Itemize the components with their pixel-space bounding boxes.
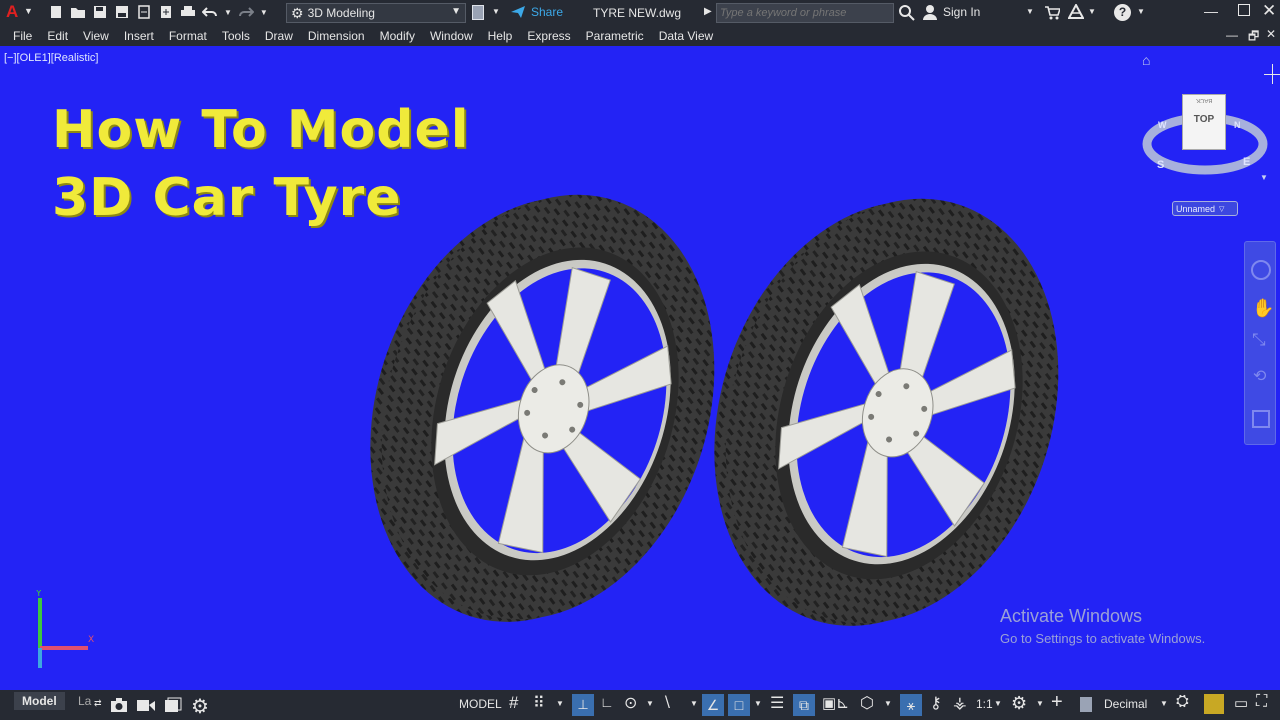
- window-icon[interactable]: [164, 697, 182, 713]
- overlay-title-line1: How To Model: [52, 100, 470, 160]
- gizmo-icon[interactable]: ⚹: [900, 694, 922, 716]
- compass-east[interactable]: E: [1243, 156, 1250, 168]
- viewcube[interactable]: ⌂ BACK TOP W N S E ▼: [1142, 52, 1274, 182]
- ucs-menu-label: Unnamed: [1176, 203, 1216, 214]
- viewcube-face-label: TOP: [1193, 114, 1215, 125]
- autocad-window: A ▼ ▼ ▼ ⚙ 3D Modeling ▼ ▼ Share TYRE NEW…: [0, 0, 1280, 720]
- annotation-visibility-icon[interactable]: ⚷: [930, 693, 942, 713]
- ucs-axis-icon: Y X: [35, 590, 94, 668]
- isodraft-dropdown-icon[interactable]: ▼: [690, 699, 698, 708]
- 3d-osnap-icon[interactable]: ▣: [822, 694, 836, 712]
- orbit-icon[interactable]: ⟲: [1253, 366, 1266, 386]
- polar-dropdown-icon[interactable]: ▼: [646, 699, 654, 708]
- polar-tracking-icon[interactable]: ⊙: [624, 693, 637, 713]
- workspace-dropdown-icon[interactable]: ▼: [1036, 699, 1044, 708]
- compass-south[interactable]: S: [1157, 159, 1164, 171]
- ucs-menu[interactable]: Unnamed ▽: [1172, 201, 1238, 216]
- transparency-icon[interactable]: ⧉: [793, 694, 815, 716]
- annotation-monitor-icon[interactable]: +: [1051, 691, 1063, 714]
- pan-icon[interactable]: ✋: [1252, 298, 1274, 319]
- ucs-y-label: Y: [35, 590, 42, 599]
- grid-icon[interactable]: #: [509, 693, 518, 713]
- wheel-right[interactable]: [661, 152, 1111, 672]
- viewcube-back-label: BACK: [1195, 97, 1213, 103]
- isodraft-icon[interactable]: ∖: [662, 693, 672, 711]
- steering-wheel-icon[interactable]: [1251, 260, 1271, 280]
- viewcube-menu-icon[interactable]: ▼: [1260, 173, 1268, 182]
- snap-mode-icon[interactable]: ⠿: [533, 693, 545, 713]
- osnap-dropdown-icon[interactable]: ▼: [754, 699, 762, 708]
- navigation-bar: ✋ ⤡ ⟲: [1244, 241, 1276, 445]
- showmotion-icon[interactable]: [1252, 410, 1270, 428]
- units-icon[interactable]: [1080, 697, 1092, 712]
- viewcube-top-face[interactable]: BACK TOP: [1182, 94, 1226, 150]
- lock-ui-icon[interactable]: [1204, 694, 1224, 714]
- lineweight-icon[interactable]: ☰: [770, 693, 784, 713]
- camera-icon[interactable]: [110, 697, 127, 713]
- infer-constraints-icon[interactable]: ⊥: [572, 694, 594, 716]
- watermark-title: Activate Windows: [1000, 606, 1143, 626]
- units-label[interactable]: Decimal: [1104, 697, 1147, 711]
- video-overlay-title: How To Model 3D Car Tyre: [52, 96, 470, 232]
- watermark-subtitle: Go to Settings to activate Windows.: [1000, 631, 1206, 646]
- selection-filter-icon[interactable]: ⬡: [860, 693, 874, 713]
- model-space-toggle[interactable]: MODEL: [459, 697, 502, 711]
- snap-dropdown-icon[interactable]: ▼: [556, 699, 564, 708]
- ucs-x-label: X: [88, 635, 94, 645]
- object-snap-icon[interactable]: □: [728, 694, 750, 716]
- overlay-title-line2: 3D Car Tyre: [52, 168, 402, 228]
- compass-west[interactable]: W: [1158, 120, 1167, 130]
- dynamic-ucs-icon[interactable]: ⊾: [836, 693, 849, 713]
- isolate-objects-icon[interactable]: ▭: [1234, 694, 1248, 712]
- chevron-down-icon: ▽: [1219, 205, 1225, 213]
- workspace-gear-icon[interactable]: ⚙: [1011, 693, 1027, 714]
- object-snap-tracking-icon[interactable]: ∠: [702, 694, 724, 716]
- layout-list-icon[interactable]: ⇄: [94, 698, 110, 714]
- compass-north[interactable]: N: [1234, 120, 1241, 130]
- units-dropdown-icon[interactable]: ▼: [1160, 699, 1168, 708]
- tab-model[interactable]: Model: [14, 692, 65, 710]
- status-bar: Model La ⇄ ⚙ MODEL # ⠿ ▼ ⊥ ∟ ⊙ ▼ ∖ ▼ ∠ □…: [0, 690, 1280, 720]
- quick-properties-icon[interactable]: ⛭: [1176, 693, 1189, 711]
- filter-dropdown-icon[interactable]: ▼: [884, 699, 892, 708]
- zoom-extents-icon[interactable]: ⤡: [1252, 330, 1266, 350]
- activation-watermark: Activate Windows Go to Settings to activ…: [1000, 606, 1205, 646]
- fullscreen-icon[interactable]: ⛶: [1256, 693, 1267, 711]
- video-camera-icon[interactable]: [136, 697, 155, 713]
- annotation-scale[interactable]: 1:1: [976, 697, 993, 711]
- dynamic-input-icon[interactable]: ∟: [600, 694, 614, 710]
- auto-scale-icon[interactable]: ⚶: [953, 693, 967, 713]
- settings-gear-icon[interactable]: ⚙: [191, 694, 209, 718]
- scale-dropdown-icon[interactable]: ▼: [994, 699, 1002, 708]
- tab-layout[interactable]: La: [78, 694, 91, 708]
